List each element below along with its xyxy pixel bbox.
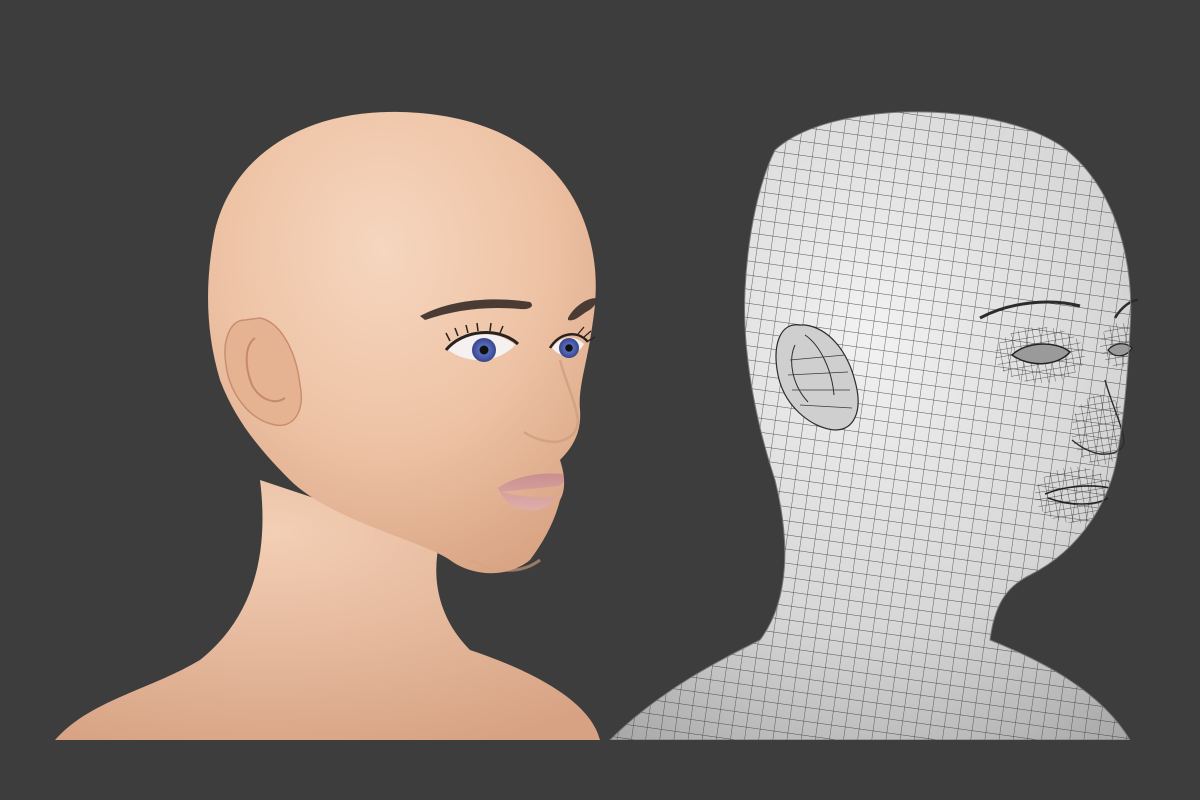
render-canvas (0, 0, 1200, 800)
render-viewport (0, 0, 1200, 800)
floor (0, 740, 1200, 800)
